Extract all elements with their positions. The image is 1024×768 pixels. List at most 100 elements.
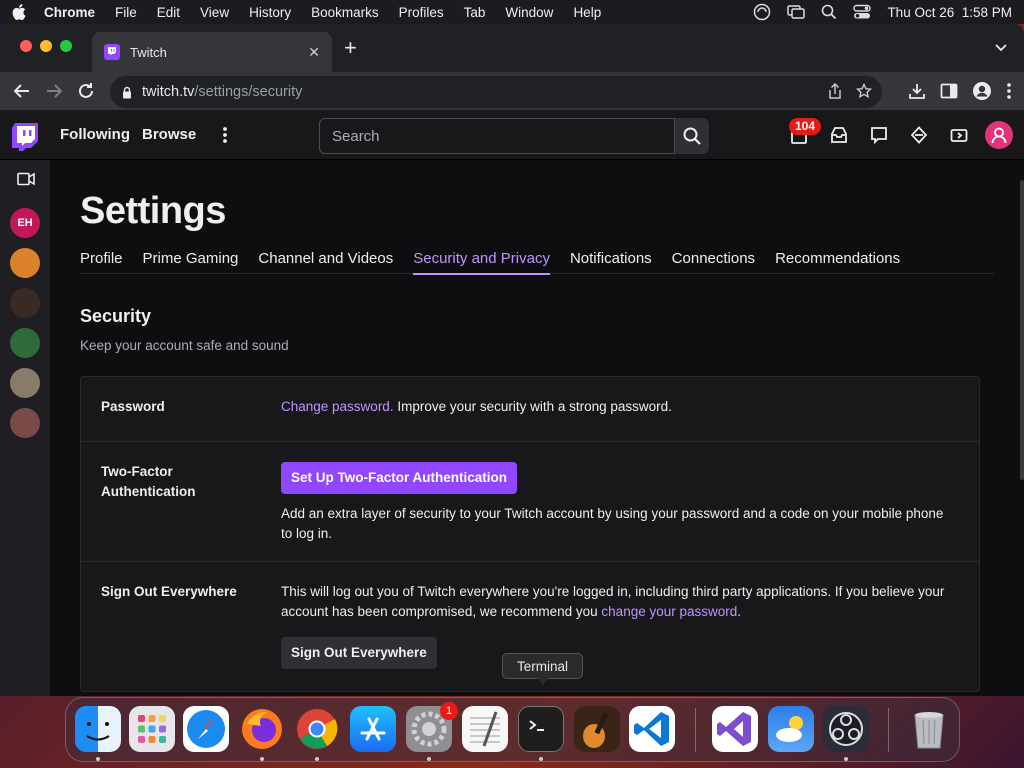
sidebar-channel-avatar-3[interactable]: [10, 288, 40, 318]
menu-help[interactable]: Help: [573, 5, 601, 20]
forward-arrow-icon[interactable]: [44, 81, 64, 101]
menu-tab[interactable]: Tab: [464, 5, 486, 20]
finder-app-icon[interactable]: [75, 706, 121, 752]
side-panel-icon[interactable]: [940, 83, 958, 99]
security-card: Password Change password. Improve your s…: [80, 376, 980, 692]
search-icon: [683, 127, 701, 145]
notification-count-badge: 104: [789, 118, 822, 135]
user-avatar-icon: [991, 127, 1007, 144]
menu-file[interactable]: File: [115, 5, 137, 20]
close-window-button[interactable]: [20, 40, 32, 52]
downloads-icon[interactable]: [908, 82, 926, 100]
whispers-icon[interactable]: [870, 126, 888, 144]
menu-history[interactable]: History: [249, 5, 291, 20]
obs-app-icon[interactable]: [823, 706, 869, 752]
change-your-password-link[interactable]: change your password: [601, 604, 737, 619]
sign-out-text-end: .: [737, 604, 742, 619]
zoom-window-button[interactable]: [60, 40, 72, 52]
sidebar-channel-avatar-4[interactable]: [10, 328, 40, 358]
sidebar-channel-avatar-eh[interactable]: EH: [10, 208, 40, 238]
creative-cloud-icon[interactable]: [753, 3, 771, 21]
app-store-app-icon[interactable]: [350, 706, 396, 752]
spotlight-search-icon[interactable]: [821, 4, 837, 20]
menu-app-name[interactable]: Chrome: [44, 5, 95, 20]
twitch-logo-icon[interactable]: [12, 123, 38, 151]
profile-icon[interactable]: [972, 81, 992, 101]
trash-app-icon[interactable]: [906, 706, 952, 752]
browser-tab-twitch[interactable]: Twitch ✕: [92, 32, 332, 72]
chrome-menu-icon[interactable]: [1006, 82, 1012, 100]
page-scrollbar[interactable]: [1020, 180, 1024, 480]
address-bar[interactable]: twitch.tv/settings/security: [110, 76, 882, 108]
page-title: Settings: [80, 190, 226, 232]
menubar-clock[interactable]: Thu Oct 26 1:58 PM: [887, 5, 1012, 20]
safari-app-icon[interactable]: [183, 706, 229, 752]
sidebar-channel-avatar-6[interactable]: [10, 408, 40, 438]
control-center-icon[interactable]: [853, 4, 872, 20]
firefox-running-dot: [260, 757, 264, 761]
sign-out-label: Sign Out Everywhere: [101, 584, 237, 599]
change-password-link[interactable]: Change password.: [281, 399, 394, 414]
system-settings-running-dot: [427, 757, 431, 761]
visual-studio-app-icon[interactable]: [712, 706, 758, 752]
bits-icon[interactable]: [950, 126, 968, 144]
reload-icon[interactable]: [77, 81, 95, 101]
more-options-icon[interactable]: [222, 126, 228, 144]
setup-two-factor-button[interactable]: Set Up Two-Factor Authentication: [281, 462, 517, 494]
menu-window[interactable]: Window: [505, 5, 553, 20]
tab-recommendations[interactable]: Recommendations: [775, 250, 900, 274]
prime-crown-icon[interactable]: [910, 126, 928, 144]
menu-bookmarks[interactable]: Bookmarks: [311, 5, 379, 20]
weather-app-icon[interactable]: [768, 706, 814, 752]
textedit-app-icon[interactable]: [462, 706, 508, 752]
finder-running-dot: [96, 757, 100, 761]
new-tab-icon[interactable]: +: [344, 37, 357, 59]
password-description: Improve your security with a strong pass…: [393, 399, 672, 414]
tab-connections[interactable]: Connections: [672, 250, 755, 274]
tab-search-chevron-icon[interactable]: [994, 40, 1008, 54]
search-input[interactable]: Search: [319, 118, 675, 154]
launchpad-app-icon[interactable]: [129, 706, 175, 752]
tab-notifications[interactable]: Notifications: [570, 250, 652, 274]
tab-prime-gaming[interactable]: Prime Gaming: [143, 250, 239, 274]
settings-tabs: Profile Prime Gaming Channel and Videos …: [80, 250, 994, 275]
menu-view[interactable]: View: [200, 5, 229, 20]
browser-toolbar: twitch.tv/settings/security: [0, 72, 1024, 110]
tab-title: Twitch: [130, 44, 167, 60]
sign-out-everywhere-button[interactable]: Sign Out Everywhere: [281, 637, 437, 669]
back-arrow-icon[interactable]: [12, 81, 32, 101]
tab-security-and-privacy[interactable]: Security and Privacy: [413, 250, 550, 275]
terminal-app-icon[interactable]: [518, 706, 564, 752]
menu-profiles[interactable]: Profiles: [399, 5, 444, 20]
tab-profile[interactable]: Profile: [80, 250, 123, 274]
password-body: Change password. Improve your security w…: [281, 397, 951, 417]
search-button[interactable]: [675, 118, 709, 154]
twitch-top-nav: Following Browse Search 104: [0, 110, 1024, 160]
tab-strip: Twitch ✕ +: [0, 24, 1024, 72]
menu-edit[interactable]: Edit: [157, 5, 180, 20]
settings-main: Settings Profile Prime Gaming Channel an…: [50, 160, 1024, 696]
firefox-app-icon[interactable]: [239, 706, 285, 752]
chrome-app-icon[interactable]: [294, 706, 340, 752]
nav-browse-link[interactable]: Browse: [142, 126, 196, 143]
tab-channel-and-videos[interactable]: Channel and Videos: [258, 250, 393, 274]
screen-mirroring-icon[interactable]: [787, 4, 806, 20]
inbox-icon[interactable]: [830, 126, 848, 144]
search-placeholder: Search: [332, 127, 380, 145]
share-icon[interactable]: [828, 83, 842, 99]
minimize-window-button[interactable]: [40, 40, 52, 52]
nav-following-link[interactable]: Following: [60, 126, 130, 143]
bookmark-star-icon[interactable]: [856, 83, 872, 99]
user-avatar[interactable]: [985, 121, 1013, 149]
garageband-app-icon[interactable]: [574, 706, 620, 752]
two-factor-row: Two-Factor Authentication Set Up Two-Fac…: [81, 442, 979, 562]
sidebar-channel-avatar-5[interactable]: [10, 368, 40, 398]
close-tab-icon[interactable]: ✕: [308, 44, 320, 61]
apple-menu-icon[interactable]: [12, 4, 26, 20]
followed-channels-video-icon[interactable]: [17, 172, 35, 186]
url-host: twitch.tv: [142, 84, 195, 100]
sidebar-channel-avatar-2[interactable]: [10, 248, 40, 278]
lock-icon[interactable]: [122, 86, 132, 99]
vscode-app-icon[interactable]: [629, 706, 675, 752]
password-label: Password: [101, 399, 165, 414]
